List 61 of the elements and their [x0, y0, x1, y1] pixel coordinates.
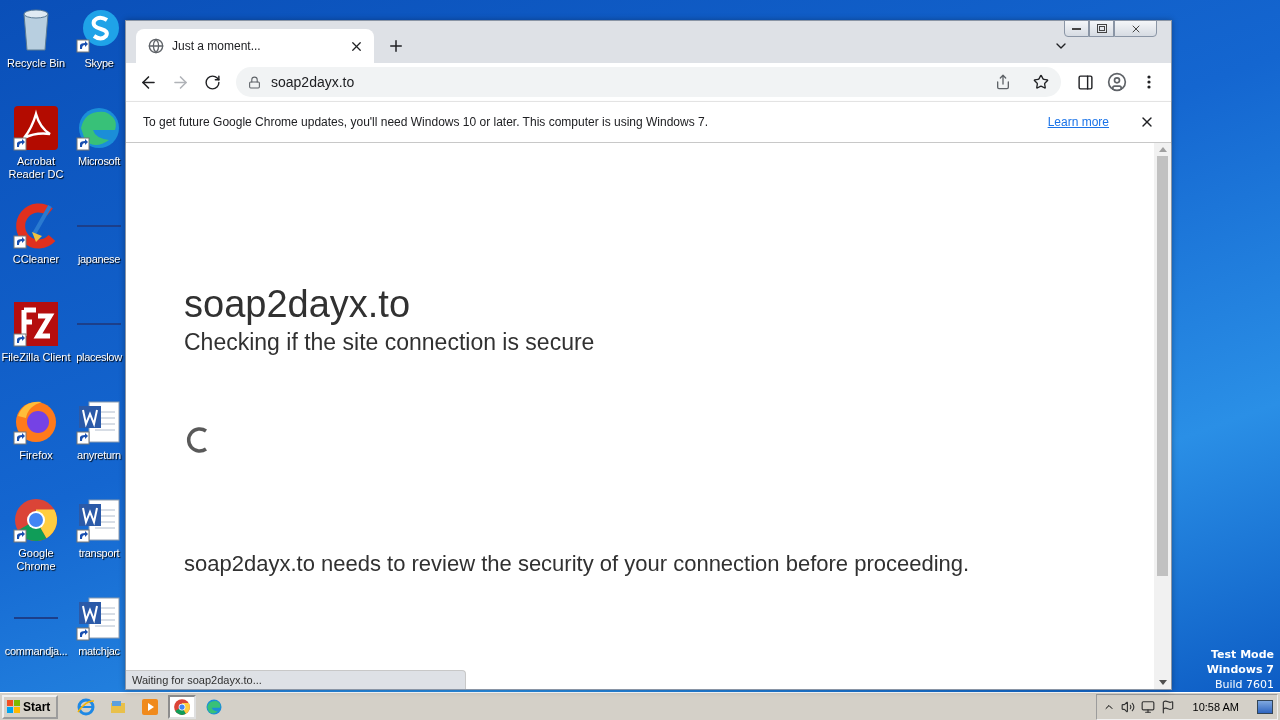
chrome-icon — [173, 697, 192, 716]
media-player-icon — [141, 697, 160, 716]
learn-more-link[interactable]: Learn more — [1047, 115, 1109, 129]
scroll-up-icon — [1158, 147, 1167, 152]
star-icon — [1033, 74, 1049, 90]
scrollbar-thumb[interactable] — [1157, 156, 1168, 576]
infobar-message: To get future Google Chrome updates, you'll need Windows 10 or later. This computer is using Windows 7. — [143, 115, 710, 129]
page-heading: soap2dayx.to — [184, 282, 412, 327]
page-subheading: Checking if the site connection is secure — [184, 328, 596, 357]
security-message: soap2dayx.to needs to review the security of your connection before proceeding. — [184, 551, 971, 577]
profile-icon — [1107, 72, 1127, 92]
desktop-icon-label[interactable]: matchjac — [78, 645, 120, 658]
watermark-text: Windows 7 — [1206, 662, 1274, 677]
status-bubble: Waiting for soap2dayx.to... — [126, 670, 466, 689]
network-icon[interactable] — [1140, 699, 1155, 714]
word-document-icon[interactable] — [75, 398, 123, 446]
globe-icon — [148, 38, 164, 54]
taskbar-app-button[interactable] — [168, 694, 197, 719]
chrome-icon[interactable] — [12, 496, 60, 544]
desktop-icon-label[interactable]: Acrobat Reader DC — [0, 155, 72, 181]
acrobat-icon[interactable] — [12, 104, 60, 152]
desktop-icon-label[interactable]: transport — [78, 547, 120, 560]
windows-logo-icon — [7, 699, 21, 714]
desktop-icon-label[interactable]: FileZilla Client — [1, 351, 71, 364]
desktop-icon-label[interactable]: CCleaner — [12, 253, 60, 266]
address-text: soap2dayx.to — [271, 74, 356, 90]
internet-explorer-icon — [77, 697, 96, 716]
maximize-button[interactable] — [1089, 20, 1114, 37]
desktop-icon-label[interactable]: Firefox — [19, 449, 53, 462]
desktop-icon-label[interactable]: placeslow — [76, 351, 122, 364]
share-icon — [995, 74, 1011, 90]
lock-icon — [248, 75, 261, 89]
edge-icon — [205, 697, 224, 716]
scroll-down-icon — [1158, 680, 1167, 685]
plus-icon — [387, 37, 405, 55]
side-panel-icon — [1076, 73, 1094, 91]
desktop-icon-label[interactable]: commandja... — [4, 645, 68, 658]
menu-icon — [1147, 75, 1151, 89]
word-document-icon[interactable] — [75, 496, 123, 544]
minimize-button[interactable] — [1064, 20, 1089, 37]
watermark-text: Test Mode — [1211, 647, 1274, 662]
reload-icon — [203, 73, 221, 91]
desktop-icon-label[interactable]: anyreturn — [77, 449, 121, 462]
desktop-icon-label[interactable]: japanese — [77, 253, 121, 266]
show-desktop-button[interactable] — [1257, 699, 1273, 714]
desktop-icon-label[interactable]: Skype — [84, 57, 114, 70]
clock[interactable]: 10:58 AM — [1192, 700, 1239, 713]
maximize-icon — [1096, 24, 1107, 33]
scrollbar[interactable] — [1154, 143, 1171, 689]
filezilla-icon[interactable] — [12, 300, 60, 348]
volume-icon[interactable] — [1120, 699, 1135, 714]
address-bar[interactable]: soap2dayx.to — [236, 67, 1061, 97]
word-document-icon[interactable] — [75, 594, 123, 642]
desktop-icon-label[interactable]: Google Chrome — [0, 547, 72, 573]
browser-tab[interactable]: Just a moment... — [136, 29, 374, 63]
desktop-icon-label[interactable]: Microsoft — [78, 155, 120, 168]
tab-title: Just a moment... — [172, 39, 262, 53]
start-button[interactable]: Start — [2, 694, 59, 719]
flag-icon[interactable] — [1160, 699, 1175, 714]
watermark-text: Build 7601 — [1214, 677, 1274, 692]
desktop-icon-label[interactable]: Recycle Bin — [6, 57, 66, 70]
